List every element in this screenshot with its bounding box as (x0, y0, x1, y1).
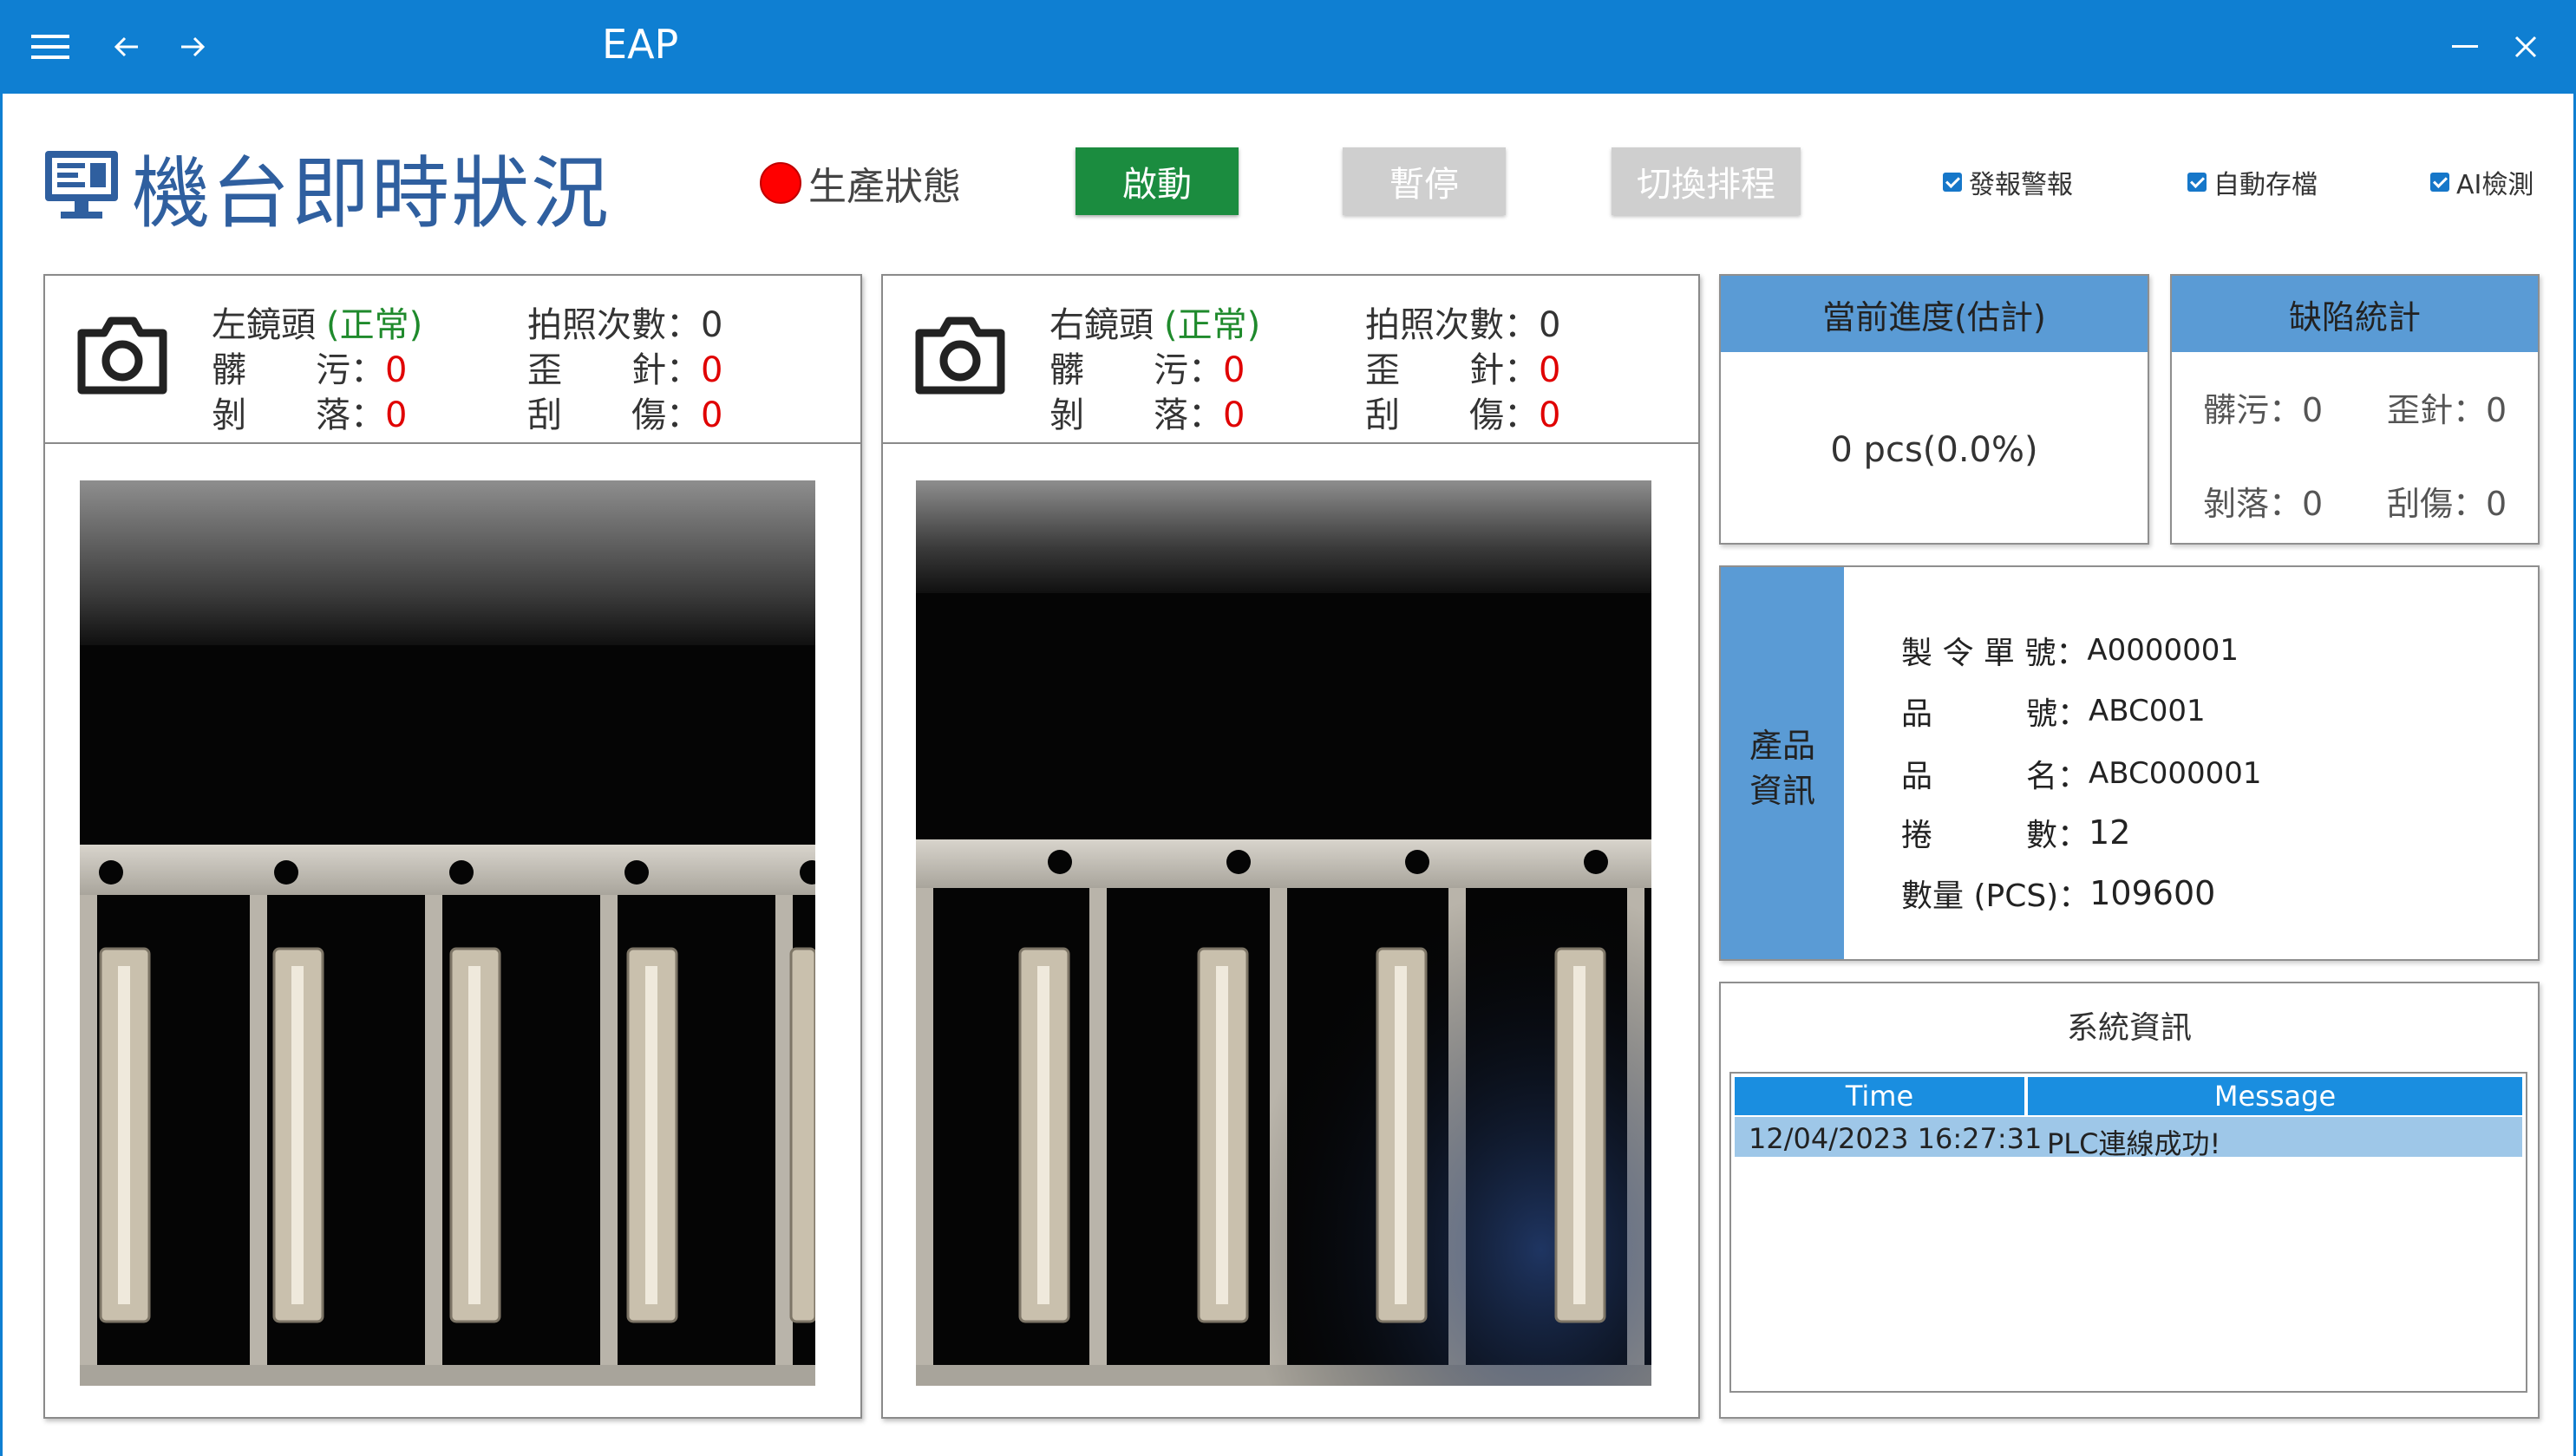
dirt-count: 髒 污：0 (212, 350, 408, 390)
log-time: 12/04/2023 16:27:31 (1749, 1122, 2043, 1155)
page-title: 機台即時狀況 (43, 139, 611, 239)
status-indicator-icon (760, 162, 801, 204)
autosave-checkbox[interactable]: 自動存檔 (2187, 165, 2318, 200)
progress-card: 當前進度(估計) 0 pcs(0.0%) (1719, 274, 2149, 545)
defect-scratch: 刮傷：0 (2387, 485, 2507, 523)
part-number-label: 品 號： (1901, 696, 2089, 732)
page-title-text: 機台即時狀況 (132, 148, 611, 239)
progress-value: 0 pcs(0.0%) (1830, 430, 2038, 470)
bent-pin-count: 歪 針：0 (527, 350, 723, 390)
camera-icon (914, 314, 1006, 399)
roll-count-value: 12 (2089, 813, 2131, 852)
close-icon[interactable] (2500, 0, 2552, 94)
column-header-message[interactable]: Message (2028, 1077, 2522, 1115)
quantity-value: 109600 (2089, 874, 2216, 912)
column-header-time[interactable]: Time (1735, 1077, 2024, 1115)
defect-peel: 剝落：0 (2203, 485, 2324, 523)
production-status: 生產狀態 (760, 154, 961, 212)
camera-name: 左鏡頭 (正常) (212, 305, 423, 345)
camera-stats-header: 左鏡頭 (正常) 拍照次數：0 髒 污：0 歪 針：0 剝 落：0 刮 傷：0 (45, 276, 860, 444)
order-number-label: 製 令 單 號： (1901, 636, 2088, 671)
back-arrow-icon[interactable] (108, 0, 146, 94)
alarm-checkbox-label: 發報警報 (1969, 170, 2073, 200)
minimize-icon[interactable] (2439, 0, 2491, 94)
table-row[interactable]: 12/04/2023 16:27:31 PLC連線成功! (1735, 1117, 2522, 1160)
right-camera-image (916, 480, 1651, 1386)
scratch-count: 刮 傷：0 (527, 395, 723, 435)
system-info-card: 系統資訊 Time Message 12/04/2023 16:27:31 PL… (1719, 982, 2540, 1419)
checkbox-checked-icon[interactable] (1943, 173, 1962, 192)
shots-count: 拍照次數：0 (1365, 305, 1561, 345)
roll-count-label: 捲 數： (1901, 818, 2089, 853)
bent-pin-count: 歪 針：0 (1365, 350, 1561, 390)
product-name-row: 品 名： ABC000001 (1901, 751, 2262, 796)
camera-status: (正常) (1164, 305, 1261, 345)
title-bar: EAP (0, 0, 2576, 94)
checkbox-checked-icon[interactable] (2430, 173, 2449, 192)
part-number-row: 品 號： ABC001 (1901, 689, 2206, 734)
roll-count-row: 捲 數： 12 (1901, 810, 2130, 855)
forward-arrow-icon[interactable] (173, 0, 212, 94)
menu-icon[interactable] (24, 0, 76, 94)
autosave-checkbox-label: 自動存檔 (2213, 170, 2318, 200)
part-number-value: ABC001 (2089, 694, 2206, 728)
peel-count: 剝 落：0 (212, 395, 408, 435)
progress-title: 當前進度(估計) (1721, 276, 2148, 352)
product-name-value: ABC000001 (2089, 756, 2262, 791)
right-camera-panel: 右鏡頭 (正常) 拍照次數：0 髒 污：0 歪 針：0 剝 落：0 刮 傷：0 (881, 274, 1700, 1419)
system-info-title: 系統資訊 (2066, 1010, 2192, 1046)
product-info-card: 產品 資訊 製 令 單 號： A0000001 品 號： ABC001 品 名：… (1719, 565, 2540, 961)
scratch-count: 刮 傷：0 (1365, 395, 1561, 435)
switch-schedule-button[interactable]: 切換排程 (1612, 147, 1801, 215)
left-camera-image (80, 480, 815, 1386)
camera-name: 右鏡頭 (正常) (1049, 305, 1261, 345)
dirt-count: 髒 污：0 (1049, 350, 1246, 390)
defect-stats-title: 缺陷統計 (2172, 276, 2538, 352)
ai-detect-checkbox-label: AI檢測 (2456, 170, 2534, 200)
camera-status: (正常) (326, 305, 423, 345)
checkbox-checked-icon[interactable] (2187, 173, 2207, 192)
left-camera-panel: 左鏡頭 (正常) 拍照次數：0 髒 污：0 歪 針：0 剝 落：0 刮 傷：0 (43, 274, 862, 1419)
defect-dirt: 髒污：0 (2203, 391, 2324, 429)
product-info-label: 產品 資訊 (1749, 727, 1815, 810)
quantity-row: 數量 (PCS)： 109600 (1901, 871, 2215, 916)
order-number-value: A0000001 (2087, 633, 2239, 668)
product-name-label: 品 名： (1901, 759, 2089, 794)
pause-button[interactable]: 暫停 (1343, 147, 1506, 215)
shots-count: 拍照次數：0 (527, 305, 723, 345)
production-status-label: 生產狀態 (808, 165, 961, 209)
camera-icon (76, 314, 168, 399)
alarm-checkbox[interactable]: 發報警報 (1943, 165, 2073, 200)
log-message: PLC連線成功! (2047, 1127, 2221, 1160)
ai-detect-checkbox[interactable]: AI檢測 (2430, 165, 2534, 200)
window-title: EAP (602, 21, 679, 68)
quantity-label: 數量 (PCS)： (1901, 878, 2090, 914)
product-info-sidebar: 產品 資訊 (1721, 567, 1844, 959)
order-number-row: 製 令 單 號： A0000001 (1901, 628, 2239, 673)
start-button[interactable]: 啟動 (1076, 147, 1239, 215)
defect-bent-pin: 歪針：0 (2387, 391, 2507, 429)
system-log-table[interactable]: Time Message 12/04/2023 16:27:31 PLC連線成功… (1729, 1072, 2527, 1393)
defect-stats-card: 缺陷統計 髒污：0 歪針：0 剝落：0 刮傷：0 (2170, 274, 2540, 545)
peel-count: 剝 落：0 (1049, 395, 1246, 435)
monitor-icon (43, 149, 120, 224)
camera-stats-header: 右鏡頭 (正常) 拍照次數：0 髒 污：0 歪 針：0 剝 落：0 刮 傷：0 (883, 276, 1698, 444)
